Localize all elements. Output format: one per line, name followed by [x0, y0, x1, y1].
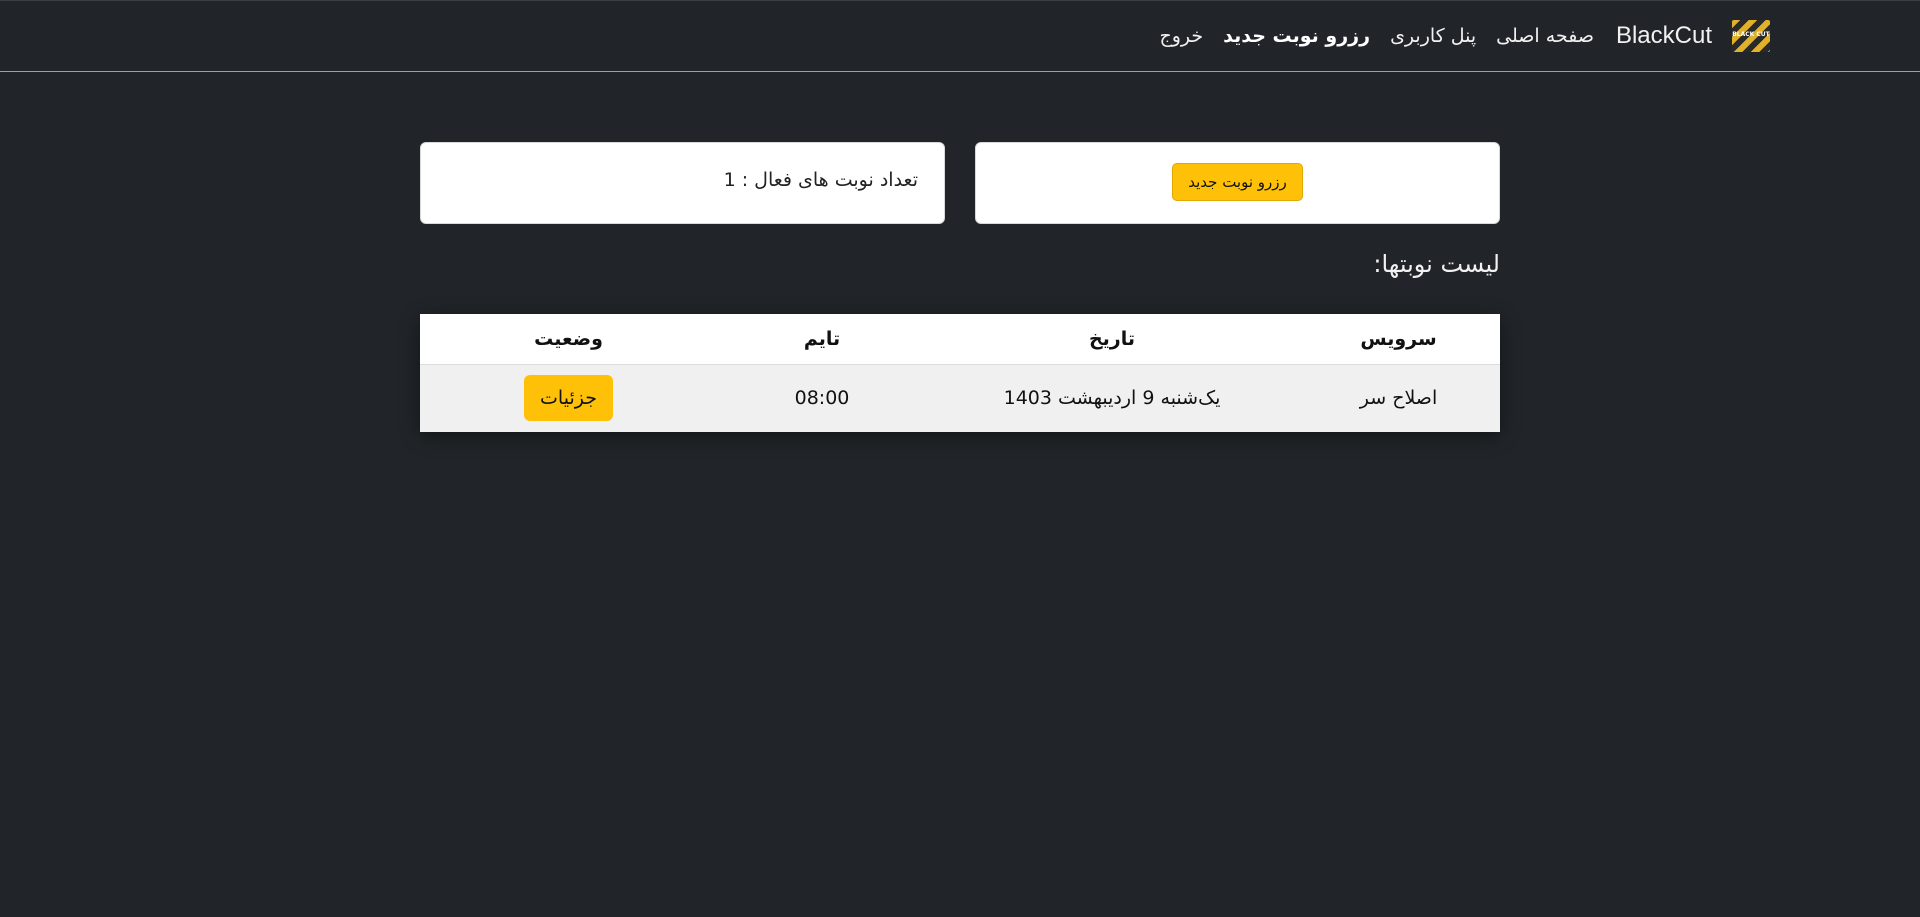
active-appointments-count: تعداد نوبت های فعال : 1 [723, 169, 918, 191]
appointments-list-title: لیست نوبتها: [1373, 250, 1500, 278]
reserve-card: رزرو نوبت جدید [975, 142, 1500, 224]
header-date: تاریخ [927, 314, 1297, 364]
active-appointments-card: تعداد نوبت های فعال : 1 [420, 142, 945, 224]
cell-service: اصلاح سر [1297, 363, 1500, 432]
brand-logo[interactable]: BLACK CUT [1732, 20, 1770, 52]
nav-link-new-reservation[interactable]: رزرو نوبت جدید [1223, 25, 1370, 47]
nav-link-home[interactable]: صفحه اصلی [1496, 25, 1594, 47]
appointments-table: سرویس تاریخ تایم وضعیت اصلاح سر یک‌شنبه … [420, 314, 1500, 432]
header-service: سرویس [1297, 314, 1500, 364]
brand-name[interactable]: BlackCut [1616, 22, 1712, 50]
table-header-row: سرویس تاریخ تایم وضعیت [420, 314, 1500, 364]
nav-inner: BLACK CUT BlackCut صفحه اصلی پنل کاربری … [1139, 1, 1770, 71]
cell-status: جزئیات [420, 363, 717, 432]
header-status: وضعیت [420, 314, 717, 364]
header-time: تایم [717, 314, 927, 364]
cell-date: یک‌شنبه 9 اردیبهشت 1403 [927, 363, 1297, 432]
cell-time: 08:00 [717, 363, 927, 432]
table-row: اصلاح سر یک‌شنبه 9 اردیبهشت 1403 08:00 ج… [420, 363, 1500, 432]
nav-link-user-panel[interactable]: پنل کاربری [1390, 25, 1476, 47]
new-reservation-button[interactable]: رزرو نوبت جدید [1172, 163, 1303, 201]
navbar: BLACK CUT BlackCut صفحه اصلی پنل کاربری … [0, 0, 1920, 72]
brand-logo-text: BLACK CUT [1732, 31, 1770, 38]
details-button[interactable]: جزئیات [524, 375, 613, 422]
nav-link-logout[interactable]: خروج [1159, 25, 1203, 47]
